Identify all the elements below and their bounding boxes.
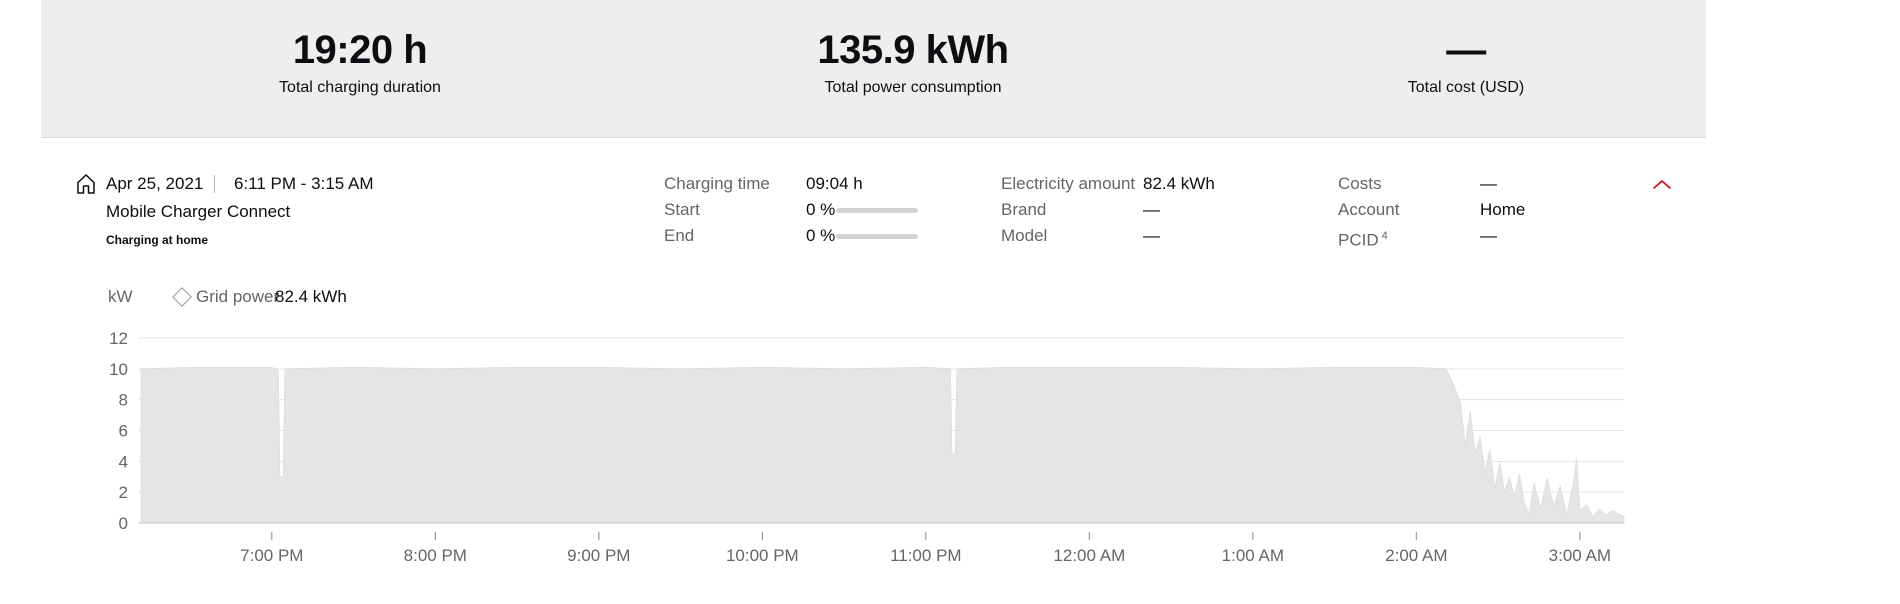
legend-series-total: 82.4 kWh	[275, 287, 347, 306]
brand-label: Brand	[1001, 200, 1047, 219]
pcid-label-text: PCID	[1338, 230, 1379, 250]
legend-series-name: Grid power	[196, 287, 280, 306]
date-time-divider	[214, 175, 215, 193]
summary-panel: 19:20 h Total charging duration 135.9 kW…	[41, 0, 1706, 138]
chart-gridlines	[138, 337, 1624, 493]
total-power-label: Total power consumption	[824, 79, 1002, 96]
pcid-label: PCID 4	[1338, 225, 1388, 252]
y-tick-label-6: 6	[119, 422, 128, 441]
chevron-up-icon[interactable]	[1650, 176, 1674, 192]
x-tick-label-25: 1:00 AM	[1222, 546, 1284, 565]
home-icon	[76, 173, 96, 195]
end-value: 0 %	[806, 226, 836, 245]
summary-power: 135.9 kWh Total power consumption	[733, 26, 1093, 98]
total-cost-value: —	[1446, 28, 1486, 72]
x-tick-label-20: 8:00 PM	[404, 546, 467, 565]
summary-cost: — Total cost (USD)	[1286, 26, 1646, 98]
total-cost-label: Total cost (USD)	[1407, 79, 1525, 96]
x-tick-label-21: 9:00 PM	[567, 546, 630, 565]
series-area-grid-power	[140, 366, 1625, 524]
start-label: Start	[664, 200, 700, 219]
y-tick-label-2: 2	[119, 483, 128, 502]
y-tick-label-4: 4	[119, 452, 128, 471]
start-value: 0 %	[806, 200, 836, 219]
end-level-bar	[836, 234, 918, 239]
account-label: Account	[1338, 200, 1400, 219]
model-value: —	[1143, 226, 1160, 245]
y-tick-label-8: 8	[119, 391, 128, 410]
x-tick-label-19: 7:00 PM	[240, 546, 303, 565]
brand-value: —	[1143, 200, 1160, 219]
start-level-bar	[836, 208, 918, 213]
chart-area-layer	[140, 366, 1625, 524]
chart-y-unit: kW	[108, 287, 133, 306]
chart-axes: 0 2 4 6 8 10 12 7:00 PM 8:00 PM 9:00 PM 10:00 PM 11…	[109, 329, 1624, 565]
total-power-value: 135.9 kWh	[817, 28, 1009, 72]
costs-value: —	[1480, 174, 1497, 193]
session-time-range: 6:11 PM - 3:15 AM	[234, 174, 374, 193]
electricity-amount-label: Electricity amount	[1001, 174, 1136, 193]
account-value: Home	[1480, 200, 1526, 219]
x-tick-label-22: 10:00 PM	[726, 546, 799, 565]
session-date: Apr 25, 2021	[106, 174, 204, 193]
y-tick-label-12: 12	[109, 329, 128, 348]
costs-label: Costs	[1338, 174, 1382, 193]
pcid-value: —	[1480, 226, 1497, 245]
charger-name: Mobile Charger Connect	[106, 202, 291, 221]
electricity-amount-value: 82.4 kWh	[1143, 174, 1215, 193]
pcid-footnote: 4	[1381, 230, 1388, 242]
x-tick-label-23: 11:00 PM	[890, 546, 962, 565]
charging-time-label: Charging time	[664, 174, 770, 193]
model-label: Model	[1001, 226, 1048, 245]
x-tick-label-24: 12:00 AM	[1053, 546, 1125, 565]
summary-duration: 19:20 h Total charging duration	[180, 26, 540, 98]
total-duration-label: Total charging duration	[279, 79, 441, 96]
diamond-icon	[172, 287, 192, 307]
y-tick-label-0: 0	[119, 514, 128, 533]
charging-location: Charging at home	[106, 233, 209, 247]
x-tick-label-26: 2:00 AM	[1385, 546, 1447, 565]
total-duration-value: 19:20 h	[292, 28, 428, 72]
y-tick-label-10: 10	[109, 360, 128, 379]
x-tick-label-27: 3:00 AM	[1549, 546, 1611, 565]
charging-time-value: 09:04 h	[806, 174, 863, 193]
end-label: End	[664, 226, 695, 245]
